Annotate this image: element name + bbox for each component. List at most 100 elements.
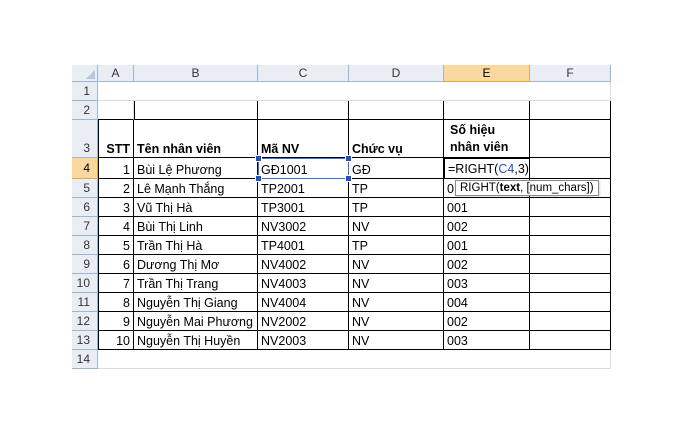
cell-f-blank[interactable] xyxy=(530,158,611,179)
cell-stt[interactable]: 5 xyxy=(98,236,134,255)
header-stt[interactable]: STT xyxy=(98,120,134,158)
cell-d2[interactable] xyxy=(349,101,444,120)
cell-f3[interactable] xyxy=(530,120,611,158)
formula-text[interactable]: =RIGHT(C4,3) xyxy=(448,162,529,176)
cell-position[interactable]: TP xyxy=(349,236,444,255)
cell-stt[interactable]: 2 xyxy=(98,179,134,198)
row-header-11[interactable]: 11 xyxy=(72,293,98,312)
cell-employee-name[interactable]: Nguyễn Thị Huyền xyxy=(134,331,258,350)
column-header-d[interactable]: D xyxy=(349,65,444,82)
cell-employee-code[interactable]: TP3001 xyxy=(258,198,349,217)
header-position[interactable]: Chức vụ xyxy=(349,120,444,158)
function-tooltip: RIGHT(text, [num_chars]) xyxy=(455,180,599,196)
cell-f-blank[interactable] xyxy=(530,331,611,350)
cell-f-blank[interactable] xyxy=(530,198,611,217)
cell-f-blank[interactable] xyxy=(530,274,611,293)
header-employee-code[interactable]: Mã NV xyxy=(258,120,349,158)
cell-employee-id[interactable]: 003 xyxy=(444,331,530,350)
cell-position[interactable]: GĐ xyxy=(349,158,444,179)
select-all-corner[interactable] xyxy=(72,65,98,82)
cell-employee-id[interactable]: 004 xyxy=(444,293,530,312)
cell-employee-id[interactable]: 001 xyxy=(444,236,530,255)
column-header-c[interactable]: C xyxy=(258,65,349,82)
cell-position[interactable]: NV xyxy=(349,217,444,236)
cell-b2[interactable] xyxy=(134,101,258,120)
formula-reference: C4 xyxy=(498,161,515,176)
column-header-e[interactable]: E xyxy=(444,65,530,82)
cell-employee-id[interactable]: 002 xyxy=(444,217,530,236)
row-header-12[interactable]: 12 xyxy=(72,312,98,331)
cell-employee-code[interactable]: NV4003 xyxy=(258,274,349,293)
cell-employee-name[interactable]: Vũ Thị Hà xyxy=(134,198,258,217)
row-14-blank[interactable] xyxy=(98,350,611,369)
row-header-5[interactable]: 5 xyxy=(72,179,98,198)
row-header-4[interactable]: 4 xyxy=(72,158,98,179)
cell-f2[interactable] xyxy=(530,101,611,120)
cell-position[interactable]: NV xyxy=(349,255,444,274)
formula-edit-cell[interactable]: =RIGHT(C4,3) xyxy=(444,158,530,179)
cell-stt[interactable]: 3 xyxy=(98,198,134,217)
cell-position[interactable]: NV xyxy=(349,293,444,312)
cell-a2[interactable] xyxy=(98,101,134,120)
tooltip-function-name[interactable]: RIGHT( xyxy=(460,182,500,194)
row-header-9[interactable]: 9 xyxy=(72,255,98,274)
cell-position[interactable]: NV xyxy=(349,331,444,350)
cell-employee-name[interactable]: Trần Thị Trang xyxy=(134,274,258,293)
row-1-blank[interactable] xyxy=(98,82,611,101)
cell-employee-id[interactable]: 001 xyxy=(444,198,530,217)
row-header-3[interactable]: 3 xyxy=(72,120,98,158)
cell-employee-id[interactable]: 003 xyxy=(444,274,530,293)
cell-employee-code[interactable]: NV4004 xyxy=(258,293,349,312)
cell-stt[interactable]: 4 xyxy=(98,217,134,236)
cell-f-blank[interactable] xyxy=(530,312,611,331)
cell-employee-code[interactable]: NV4002 xyxy=(258,255,349,274)
row-header-2[interactable]: 2 xyxy=(72,101,98,120)
cell-employee-name[interactable]: Bùi Thị Linh xyxy=(134,217,258,236)
cell-employee-code[interactable]: TP2001 xyxy=(258,179,349,198)
row-header-7[interactable]: 7 xyxy=(72,217,98,236)
cell-stt[interactable]: 6 xyxy=(98,255,134,274)
cell-f-blank[interactable] xyxy=(530,236,611,255)
cell-employee-code[interactable]: NV3002 xyxy=(258,217,349,236)
row-header-6[interactable]: 6 xyxy=(72,198,98,217)
select-all-triangle-icon xyxy=(86,70,95,79)
cell-stt[interactable]: 9 xyxy=(98,312,134,331)
cell-employee-name[interactable]: Trần Thị Hà xyxy=(134,236,258,255)
cell-employee-name[interactable]: Bùi Lệ Phương xyxy=(134,158,258,179)
row-header-14[interactable]: 14 xyxy=(72,350,98,369)
row-header-1[interactable]: 1 xyxy=(72,82,98,101)
cell-employee-name[interactable]: Dương Thị Mơ xyxy=(134,255,258,274)
row-header-10[interactable]: 10 xyxy=(72,274,98,293)
cell-employee-code[interactable]: NV2003 xyxy=(258,331,349,350)
column-header-f[interactable]: F xyxy=(530,65,611,82)
spreadsheet-grid[interactable]: A B C D E F 1 2 3 4 5 6 7 8 9 10 11 12 1… xyxy=(0,0,700,426)
cell-stt[interactable]: 8 xyxy=(98,293,134,312)
cell-e2[interactable] xyxy=(444,101,530,120)
cell-f-blank[interactable] xyxy=(530,293,611,312)
cell-stt[interactable]: 1 xyxy=(98,158,134,179)
cell-position[interactable]: NV xyxy=(349,274,444,293)
column-header-b[interactable]: B xyxy=(134,65,258,82)
cell-employee-code[interactable]: NV2002 xyxy=(258,312,349,331)
cell-employee-id[interactable]: 002 xyxy=(444,312,530,331)
cell-employee-code[interactable]: GĐ1001 xyxy=(258,158,349,179)
cell-employee-id[interactable]: 002 xyxy=(444,255,530,274)
header-employee-id[interactable]: Số hiệu nhân viên xyxy=(444,120,530,158)
cell-employee-name[interactable]: Nguyễn Mai Phương xyxy=(134,312,258,331)
cell-stt[interactable]: 7 xyxy=(98,274,134,293)
cell-stt[interactable]: 10 xyxy=(98,331,134,350)
cell-f-blank[interactable] xyxy=(530,217,611,236)
cell-position[interactable]: TP xyxy=(349,198,444,217)
cell-employee-name[interactable]: Nguyễn Thị Giang xyxy=(134,293,258,312)
cell-employee-name[interactable]: Lê Mạnh Thắng xyxy=(134,179,258,198)
cell-position[interactable]: NV xyxy=(349,312,444,331)
column-header-a[interactable]: A xyxy=(98,65,134,82)
header-employee-name[interactable]: Tên nhân viên xyxy=(134,120,258,158)
cell-employee-code[interactable]: TP4001 xyxy=(258,236,349,255)
formula-suffix: ,3) xyxy=(514,161,529,176)
cell-f-blank[interactable] xyxy=(530,255,611,274)
row-header-13[interactable]: 13 xyxy=(72,331,98,350)
cell-c2[interactable] xyxy=(258,101,349,120)
row-header-8[interactable]: 8 xyxy=(72,236,98,255)
cell-position[interactable]: TP xyxy=(349,179,444,198)
